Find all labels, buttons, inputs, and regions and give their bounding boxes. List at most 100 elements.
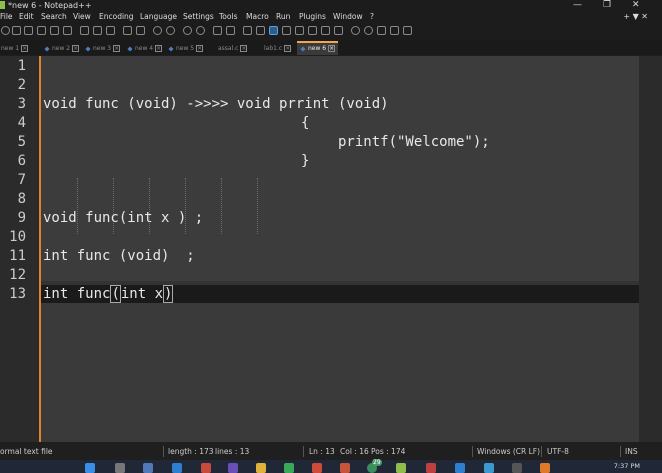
menu-language[interactable]: Language [140,11,177,23]
menu-help[interactable]: ? [370,11,374,23]
start-icon[interactable] [85,463,95,473]
open-icon[interactable] [1,26,10,35]
print-icon[interactable] [63,26,72,35]
save-macro-icon[interactable] [403,26,412,35]
indent-guide [221,178,222,234]
menu-edit[interactable]: Edit [19,11,34,23]
indent-guide-icon[interactable] [269,26,278,35]
menu-file[interactable]: File [0,11,13,23]
language-icon[interactable] [282,26,291,35]
app-icon[interactable] [540,463,550,473]
sync-horizontal-icon[interactable] [226,26,235,35]
close-file-icon[interactable] [37,26,46,35]
app-icon[interactable] [284,463,294,473]
code-line-6: } [301,153,310,169]
menu-encoding[interactable]: Encoding [99,11,134,23]
zoom-in-icon[interactable] [183,26,192,35]
tab-label: new 6 [308,45,327,52]
close-tab-icon[interactable]: × [155,45,163,52]
tab-lab1-c[interactable]: lab1.c × [264,43,292,55]
app-icon[interactable] [340,463,350,473]
cut-icon[interactable] [80,26,89,35]
notepadpp-taskbar-icon[interactable] [396,463,406,473]
tab-new-5[interactable]: new 5 × [168,43,204,55]
tab-new-3[interactable]: new 3 × [85,43,121,55]
app-icon[interactable] [228,463,238,473]
app-icon[interactable] [426,463,436,473]
redo-icon[interactable] [136,26,145,35]
close-button[interactable]: ✕ [632,0,640,11]
app-icon[interactable] [201,463,211,473]
app-icon[interactable] [512,463,522,473]
status-line-number[interactable]: Ln : 13 [309,443,335,460]
tab-new-6[interactable]: new 6 × [297,41,339,55]
save-all-icon[interactable] [24,26,33,35]
close-tab-icon[interactable]: × [284,45,292,52]
close-tab-icon[interactable]: × [72,45,80,52]
taskbar-clock[interactable]: 7:37 PM [614,460,640,473]
title-bar: *new 6 - Notepad++ — ❐ ✕ [0,0,662,11]
menu-settings[interactable]: Settings [183,11,214,23]
menu-macro[interactable]: Macro [246,11,269,23]
monitoring-icon[interactable] [334,26,343,35]
close-all-icon[interactable] [50,26,59,35]
menu-right-controls[interactable]: + ▼ ✕ [623,11,648,23]
zoom-out-icon[interactable] [196,26,205,35]
tab-new-1[interactable]: new 1 × [1,43,29,55]
close-tab-icon[interactable]: × [196,45,204,52]
play-macro-icon[interactable] [377,26,386,35]
menu-view[interactable]: View [73,11,91,23]
file-explorer-icon[interactable] [256,463,266,473]
close-tab-icon[interactable]: × [21,45,29,52]
status-position[interactable]: Pos : 174 [371,443,405,460]
folder-workspace-icon[interactable] [321,26,330,35]
run-macro-multiple-icon[interactable] [390,26,399,35]
menu-plugins[interactable]: Plugins [299,11,326,23]
status-separator [472,446,473,457]
tab-assal-c[interactable]: assal.c × [218,43,248,55]
minimize-button[interactable]: — [573,0,582,11]
status-encoding[interactable]: UTF-8 [547,443,569,460]
status-separator [303,446,304,457]
menu-run[interactable]: Run [276,11,290,23]
status-column[interactable]: Col : 16 [340,443,369,460]
notification-badge-icon[interactable]: 29 [367,459,382,473]
edge-icon[interactable] [172,463,182,473]
menu-window[interactable]: Window [333,11,363,23]
show-all-chars-icon[interactable] [256,26,265,35]
line-number-gutter[interactable]: 1 2 3 4 5 6 7 8 9 10 11 12 13 [0,56,39,442]
doc-map-icon[interactable] [295,26,304,35]
app-icon[interactable] [484,463,494,473]
sync-vertical-icon[interactable] [213,26,222,35]
paste-icon[interactable] [106,26,115,35]
status-eol[interactable]: Windows (CR LF) [477,443,540,460]
record-macro-icon[interactable] [351,26,360,35]
save-icon[interactable] [12,26,21,35]
undo-icon[interactable] [123,26,132,35]
tab-new-2[interactable]: new 2 × [44,43,80,55]
status-bar: ormal text file length : 173 lines : 13 … [0,443,662,460]
function-list-icon[interactable] [308,26,317,35]
stop-macro-icon[interactable] [364,26,373,35]
replace-icon[interactable] [166,26,175,35]
vertical-scrollbar[interactable] [639,56,662,442]
find-icon[interactable] [153,26,162,35]
search-icon[interactable] [115,463,125,473]
close-tab-icon[interactable]: × [328,45,336,52]
menu-tools[interactable]: Tools [219,11,237,23]
close-tab-icon[interactable]: × [113,45,121,52]
status-insert-mode[interactable]: INS [625,443,638,460]
close-tab-icon[interactable]: × [240,45,248,52]
word-wrap-icon[interactable] [243,26,252,35]
code-editor[interactable]: void func (void) ->>>> void prrint (void… [41,56,639,442]
task-view-icon[interactable] [143,463,153,473]
chrome-icon[interactable] [312,463,322,473]
tab-new-4[interactable]: new 4 × [127,43,163,55]
code-line-3: void func (void) ->>>> void prrint (void… [43,96,389,112]
menu-search[interactable]: Search [41,11,67,23]
copy-icon[interactable] [93,26,102,35]
restore-button[interactable]: ❐ [603,0,611,11]
app-icon[interactable] [455,463,465,473]
tab-label: new 2 [52,45,71,52]
status-separator [163,446,164,457]
